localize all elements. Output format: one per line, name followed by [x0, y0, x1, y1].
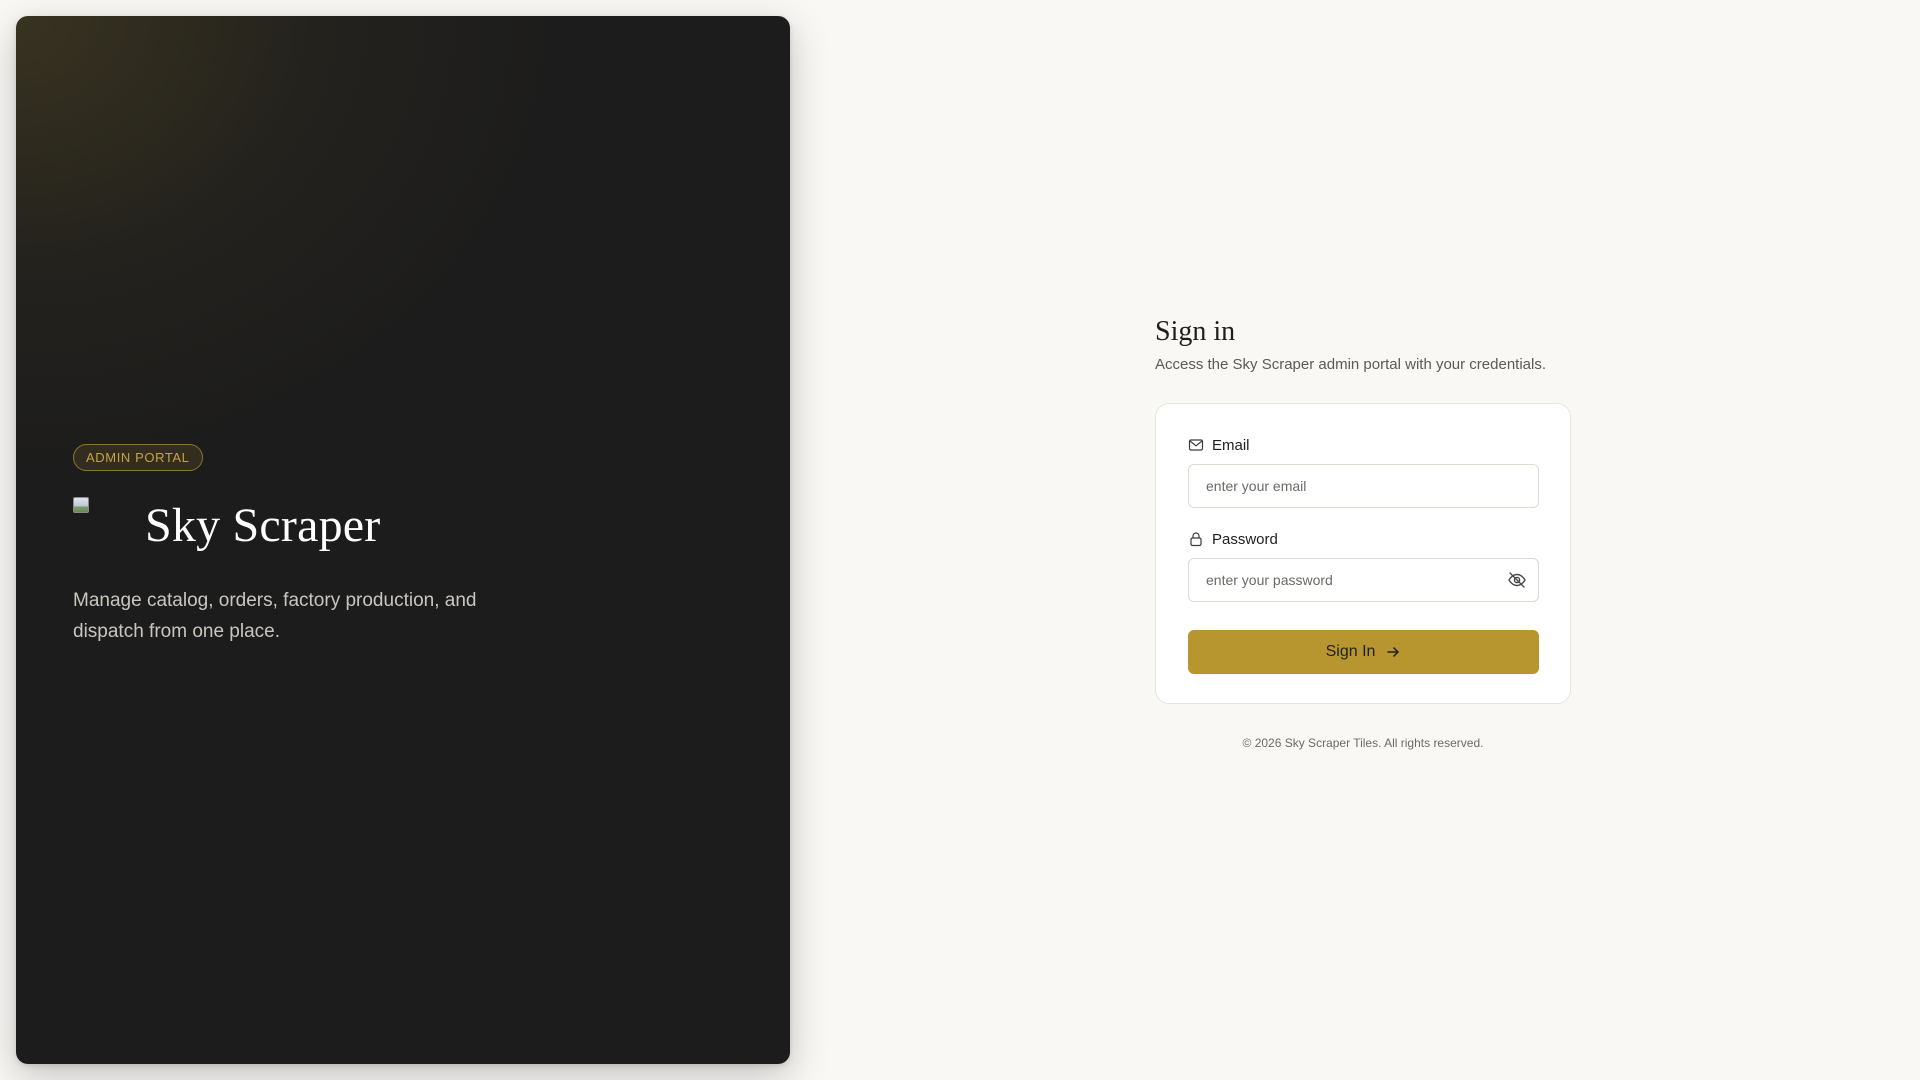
broken-image-icon: [73, 497, 129, 553]
password-label-text: Password: [1212, 530, 1278, 548]
signin-section: Sign in Access the Sky Scraper admin por…: [1155, 316, 1571, 750]
email-label-text: Email: [1212, 436, 1250, 454]
sign-in-button[interactable]: Sign In: [1188, 630, 1539, 674]
copyright-footer: © 2026 Sky Scraper Tiles. All rights res…: [1242, 736, 1484, 750]
password-input-wrap: [1188, 558, 1539, 602]
hero-brand: Sky Scraper: [73, 495, 593, 555]
eye-off-icon[interactable]: [1507, 570, 1527, 590]
password-field[interactable]: [1188, 558, 1539, 602]
lock-icon: [1188, 531, 1204, 547]
signin-title: Sign in: [1155, 316, 1236, 347]
brand-title: Sky Scraper: [145, 498, 381, 552]
email-input-wrap: [1188, 464, 1539, 508]
email-field[interactable]: [1188, 464, 1539, 508]
arrow-right-icon: [1385, 644, 1401, 660]
hero-description: Manage catalog, orders, factory producti…: [73, 590, 477, 642]
mail-icon: [1188, 437, 1204, 453]
admin-portal-badge: ADMIN PORTAL: [73, 444, 203, 471]
signin-subtitle: Access the Sky Scraper admin portal with…: [1155, 356, 1547, 373]
hero-panel: ADMIN PORTAL Sky Scraper Manage catalog,…: [16, 16, 790, 1064]
email-label: Email: [1188, 436, 1538, 454]
signin-form: Email Password: [1155, 403, 1571, 704]
password-label: Password: [1188, 530, 1538, 548]
hero-content: ADMIN PORTAL Sky Scraper Manage catalog,…: [73, 444, 593, 647]
sign-in-button-label: Sign In: [1325, 643, 1376, 660]
